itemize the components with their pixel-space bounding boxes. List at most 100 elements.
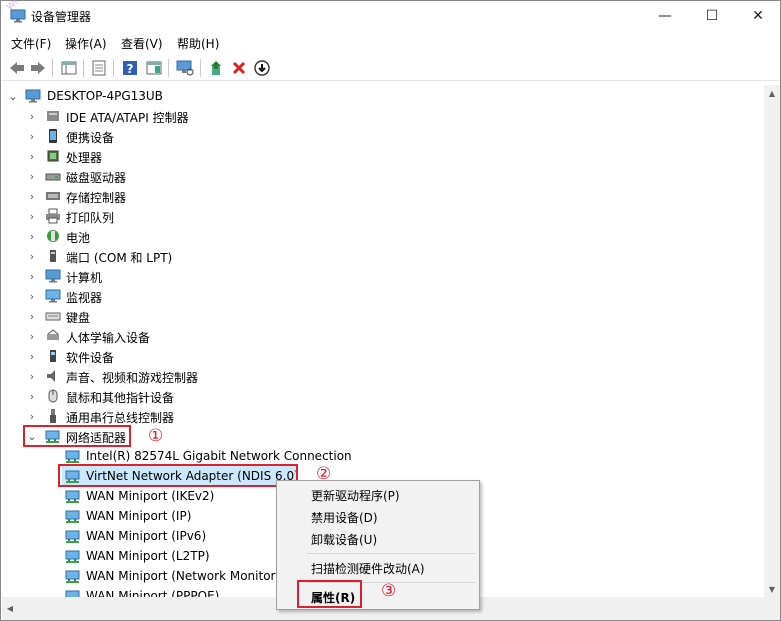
chevron-right-icon[interactable]: › xyxy=(26,249,38,263)
tree-category[interactable]: › 存储控制器 xyxy=(2,186,762,206)
tree-category[interactable]: › 软件设备 xyxy=(2,346,762,366)
tree-category[interactable]: › 人体学输入设备 xyxy=(2,326,762,346)
menu-uninstall-device[interactable]: 卸载设备(U) xyxy=(311,531,377,548)
network-adapter-label: Intel(R) 82574L Gigabit Network Connecti… xyxy=(86,449,352,463)
tree-category-label: 鼠标和其他指针设备 xyxy=(66,391,175,405)
menu-help[interactable]: 帮助(H) xyxy=(177,35,219,52)
tree-category[interactable]: › 电池 xyxy=(2,226,762,246)
step-1-marker: ① xyxy=(148,426,164,446)
maximize-button[interactable]: ☐ xyxy=(689,1,735,31)
forward-arrow-icon[interactable] xyxy=(28,58,48,78)
action-pane-icon[interactable] xyxy=(144,58,164,78)
network-adapter-label: WAN Miniport (IKEv2) xyxy=(86,489,215,503)
computer-icon xyxy=(25,89,41,103)
tree-category-label: 声音、视频和游戏控制器 xyxy=(66,371,199,385)
chevron-right-icon[interactable]: › xyxy=(26,129,38,143)
chevron-right-icon[interactable]: › xyxy=(26,209,38,223)
update-driver-icon[interactable] xyxy=(207,58,227,78)
tree-root[interactable]: ⌄ DESKTOP-4PG13UB xyxy=(2,86,762,106)
back-arrow-icon[interactable] xyxy=(7,58,27,78)
download-circle-icon[interactable] xyxy=(252,58,272,78)
tree-category-label: 监视器 xyxy=(66,291,103,305)
menu-file[interactable]: 文件(F) xyxy=(11,35,51,52)
tree-category[interactable]: › 端口 (COM 和 LPT) xyxy=(2,246,762,266)
usb-icon xyxy=(50,409,56,423)
minimize-button[interactable]: — xyxy=(642,1,688,31)
help-icon[interactable]: ? xyxy=(120,58,140,78)
tree-category[interactable]: › 处理器 xyxy=(2,146,762,166)
highlight-properties xyxy=(297,580,362,608)
tree-category-label: 计算机 xyxy=(66,271,103,285)
printer-icon xyxy=(46,208,60,224)
vertical-scrollbar[interactable]: ▲ ▼ xyxy=(764,85,780,597)
tree-category[interactable]: › 声音、视频和游戏控制器 xyxy=(2,366,762,386)
scroll-up-icon[interactable]: ▲ xyxy=(764,85,780,101)
network-adapter-label: WAN Miniport (IP) xyxy=(86,509,192,523)
tree-category[interactable]: › 监视器 xyxy=(2,286,762,306)
tree-category-label: IDE ATA/ATAPI 控制器 xyxy=(66,111,189,125)
sound-icon xyxy=(47,370,55,382)
tree-category-label: 处理器 xyxy=(66,151,103,165)
chevron-right-icon[interactable]: › xyxy=(26,389,38,403)
mouse-icon xyxy=(48,389,58,403)
chevron-right-icon[interactable]: › xyxy=(26,289,38,303)
network-adapter-label: WAN Miniport (L2TP) xyxy=(86,549,210,563)
menu-view[interactable]: 查看(V) xyxy=(121,35,163,52)
menu-action[interactable]: 操作(A) xyxy=(65,35,107,52)
chevron-right-icon[interactable]: › xyxy=(26,349,38,363)
tree-category[interactable]: › 磁盘驱动器 xyxy=(2,166,762,186)
tree-category[interactable]: › 打印队列 xyxy=(2,206,762,226)
device-manager-window: 设备管理器 — ☐ ✕ Win10之家 文件(F) 操作(A) 查看(V) 帮助… xyxy=(0,0,781,621)
highlight-network-adapters xyxy=(23,425,131,447)
tree-category[interactable]: › 计算机 xyxy=(2,266,762,286)
tree-category-label: 存储控制器 xyxy=(66,191,127,205)
network-adapter-label: WAN Miniport (Network Monitor) xyxy=(86,569,281,583)
menu-disable-device[interactable]: 禁用设备(D) xyxy=(311,509,378,526)
tree-category-label: 软件设备 xyxy=(66,351,115,365)
menu-update-driver[interactable]: 更新驱动程序(P) xyxy=(311,487,400,504)
chevron-down-icon[interactable]: ⌄ xyxy=(7,89,19,103)
network-adapter-icon xyxy=(65,550,80,563)
highlight-virtnet-adapter xyxy=(58,464,298,487)
battery-icon xyxy=(47,230,59,242)
chevron-right-icon[interactable]: › xyxy=(26,189,38,203)
tree-category[interactable]: › 鼠标和其他指针设备 xyxy=(2,386,762,406)
scroll-down-icon[interactable]: ▼ xyxy=(764,581,780,597)
menu-scan-hardware[interactable]: 扫描检测硬件改动(A) xyxy=(311,560,425,577)
tree-category[interactable]: › 键盘 xyxy=(2,306,762,326)
chevron-right-icon[interactable]: › xyxy=(26,229,38,243)
tree-category[interactable]: › IDE ATA/ATAPI 控制器 xyxy=(2,106,762,126)
scroll-left-icon[interactable]: ◀ xyxy=(2,600,18,616)
menu-bar: 文件(F) 操作(A) 查看(V) 帮助(H) xyxy=(1,32,780,54)
tree-category[interactable]: › 便携设备 xyxy=(2,126,762,146)
chevron-right-icon[interactable]: › xyxy=(26,409,38,423)
tree-category-label: 人体学输入设备 xyxy=(66,331,151,345)
ide-icon xyxy=(47,111,59,121)
chevron-right-icon[interactable]: › xyxy=(26,309,38,323)
chevron-right-icon[interactable]: › xyxy=(26,109,38,123)
network-adapter-label: WAN Miniport (PPPOE) xyxy=(86,589,220,597)
chevron-right-icon[interactable]: › xyxy=(26,269,38,283)
network-adapter-icon xyxy=(65,530,80,543)
close-button[interactable]: ✕ xyxy=(735,1,781,31)
chevron-right-icon[interactable]: › xyxy=(26,169,38,183)
title-bar: 设备管理器 — ☐ ✕ xyxy=(1,1,780,31)
computer-name: DESKTOP-4PG13UB xyxy=(47,89,163,103)
scan-hardware-icon[interactable] xyxy=(175,58,195,78)
disk-drive-icon xyxy=(45,173,61,181)
network-adapter-label: WAN Miniport (IPv6) xyxy=(86,529,207,543)
tree-category-label: 便携设备 xyxy=(66,131,115,145)
chevron-right-icon[interactable]: › xyxy=(26,329,38,343)
show-hide-tree-icon[interactable] xyxy=(59,58,79,78)
tree-category[interactable]: › 通用串行总线控制器 xyxy=(2,406,762,426)
computer-icon xyxy=(45,269,61,283)
network-adapter-item[interactable]: Intel(R) 82574L Gigabit Network Connecti… xyxy=(2,446,762,466)
tree-category-label: 打印队列 xyxy=(66,211,115,225)
tree-category-label: 通用串行总线控制器 xyxy=(66,411,175,425)
chevron-right-icon[interactable]: › xyxy=(26,369,38,383)
chevron-right-icon[interactable]: › xyxy=(26,149,38,163)
properties-sheet-icon[interactable] xyxy=(89,58,109,78)
keyboard-icon xyxy=(45,312,61,321)
hid-icon xyxy=(47,329,59,340)
uninstall-x-icon[interactable] xyxy=(229,58,249,78)
